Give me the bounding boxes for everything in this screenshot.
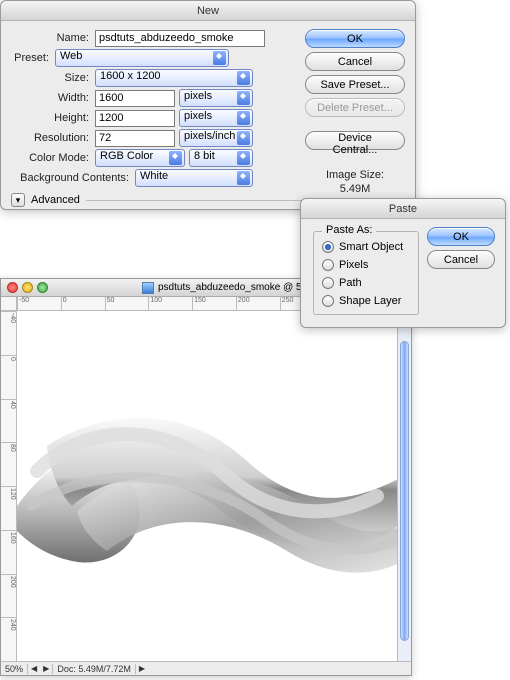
preset-select[interactable]: Web	[55, 49, 229, 67]
chevron-updown-icon	[237, 151, 250, 165]
size-label: Size:	[11, 72, 95, 84]
new-document-dialog: New Name: Preset: Web Size: 1600 x 1200 …	[0, 0, 416, 210]
name-input[interactable]	[95, 30, 265, 47]
bitdepth-select[interactable]: 8 bit	[189, 149, 253, 167]
resolution-label: Resolution:	[11, 132, 95, 144]
zoom-icon[interactable]	[37, 282, 48, 293]
resolution-unit-select[interactable]: pixels/inch	[179, 129, 253, 147]
radio-smart-object[interactable]: Smart Object	[322, 238, 410, 256]
document-icon	[142, 282, 154, 294]
chevron-updown-icon	[213, 51, 226, 65]
chevron-right-icon[interactable]: ▶	[136, 664, 148, 673]
height-input[interactable]	[95, 110, 175, 127]
colormode-select[interactable]: RGB Color	[95, 149, 185, 167]
advanced-toggle[interactable]: ▾	[11, 193, 25, 207]
device-central-button[interactable]: Device Central...	[305, 131, 405, 150]
dialog-title: Paste	[301, 199, 505, 219]
status-bar: 50% ◀ ▶ Doc: 5.49M/7.72M ▶	[1, 661, 411, 675]
paste-as-group: Paste As: Smart Object Pixels Path Shape…	[313, 231, 419, 315]
chevron-updown-icon	[237, 91, 250, 105]
radio-icon	[322, 241, 334, 253]
resolution-input[interactable]	[95, 130, 175, 147]
cancel-button[interactable]: Cancel	[427, 250, 495, 269]
height-unit-select[interactable]: pixels	[179, 109, 253, 127]
paste-dialog: Paste Paste As: Smart Object Pixels Path…	[300, 198, 506, 328]
height-label: Height:	[11, 112, 95, 124]
image-size-label: Image Size:	[305, 168, 405, 182]
vertical-scrollbar[interactable]	[397, 311, 411, 661]
zoom-level[interactable]: 50%	[1, 664, 28, 674]
radio-icon	[322, 277, 334, 289]
window-title: psdtuts_abduzeedo_smoke @ 50%	[158, 282, 316, 293]
preset-label: Preset:	[11, 52, 55, 64]
paste-as-legend: Paste As:	[322, 224, 376, 236]
dialog-title: New	[1, 1, 415, 21]
width-label: Width:	[11, 92, 95, 104]
chevron-updown-icon	[237, 111, 250, 125]
image-size-value: 5.49M	[305, 182, 405, 196]
radio-path[interactable]: Path	[322, 274, 410, 292]
chevron-updown-icon	[169, 151, 182, 165]
chevron-updown-icon	[237, 71, 250, 85]
close-icon[interactable]	[7, 282, 18, 293]
ruler-origin[interactable]	[1, 297, 17, 311]
radio-pixels[interactable]: Pixels	[322, 256, 410, 274]
document-window: psdtuts_abduzeedo_smoke @ 50% -500501001…	[0, 278, 412, 676]
chevron-updown-icon	[237, 171, 250, 185]
minimize-icon[interactable]	[22, 282, 33, 293]
advanced-label: Advanced	[31, 194, 80, 206]
size-select[interactable]: 1600 x 1200	[95, 69, 253, 87]
scrollbar-thumb[interactable]	[400, 341, 409, 641]
delete-preset-button: Delete Preset...	[305, 98, 405, 117]
width-unit-select[interactable]: pixels	[179, 89, 253, 107]
colormode-label: Color Mode:	[11, 152, 95, 164]
save-preset-button[interactable]: Save Preset...	[305, 75, 405, 94]
radio-icon	[322, 295, 334, 307]
radio-icon	[322, 259, 334, 271]
canvas-area[interactable]	[17, 311, 397, 661]
ok-button[interactable]: OK	[305, 29, 405, 48]
cancel-button[interactable]: Cancel	[305, 52, 405, 71]
chevron-updown-icon	[237, 131, 250, 145]
bgcontents-select[interactable]: White	[135, 169, 253, 187]
chevron-left-icon[interactable]: ◀	[28, 664, 40, 673]
divider	[86, 200, 305, 201]
doc-size-status: Doc: 5.49M/7.72M	[52, 664, 136, 674]
bgcontents-label: Background Contents:	[11, 172, 135, 184]
smoke-artwork	[17, 311, 397, 661]
width-input[interactable]	[95, 90, 175, 107]
name-label: Name:	[11, 32, 95, 44]
ok-button[interactable]: OK	[427, 227, 495, 246]
chevron-right-icon[interactable]: ▶	[40, 664, 52, 673]
radio-shape-layer[interactable]: Shape Layer	[322, 292, 410, 310]
ruler-vertical[interactable]: -4004080120160200240	[1, 311, 17, 661]
